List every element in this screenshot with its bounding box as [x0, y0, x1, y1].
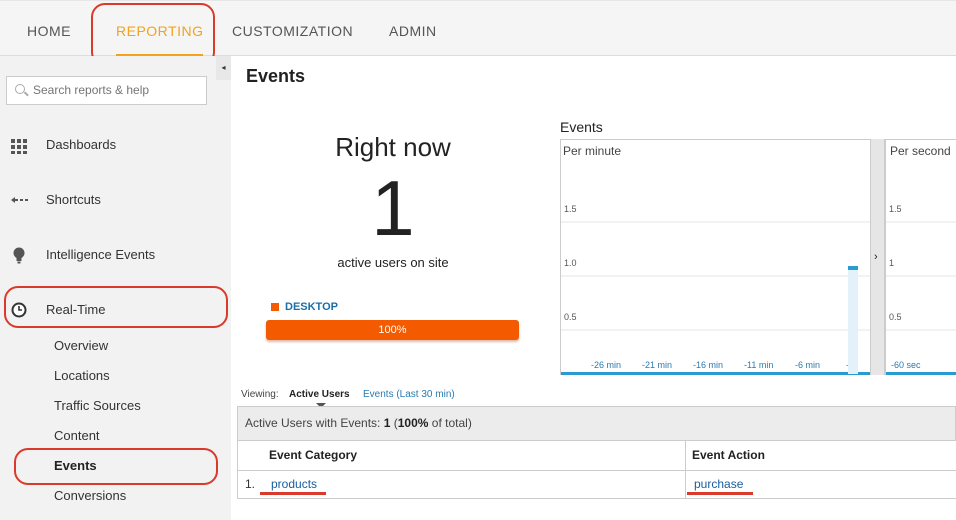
y-tick-label: 0.5 [564, 312, 577, 322]
x-axis-line [886, 372, 956, 375]
row-number: 1. [245, 477, 256, 491]
search-box[interactable] [6, 76, 207, 105]
x-tick-label: -6 min [795, 360, 820, 370]
lightbulb-icon [13, 247, 25, 264]
sidebar-item-label: Dashboards [46, 137, 117, 152]
column-header-event-action[interactable]: Event Action [692, 448, 765, 462]
summary-count: 1 [383, 416, 391, 430]
table-row: 1. products purchase [237, 471, 956, 499]
per-second-chart-svg: 1.5 1 0.5 -60 sec [886, 204, 956, 375]
grid-icon [11, 139, 27, 154]
per-second-chart: Per second 1.5 1 0.5 -60 sec [885, 139, 956, 375]
sidebar-item-intelligence-events[interactable]: Intelligence Events [0, 240, 216, 270]
highlight-purchase-underline [687, 492, 753, 495]
x-tick-label: -26 min [591, 360, 621, 370]
column-header-event-category[interactable]: Event Category [269, 448, 357, 462]
event-action-link[interactable]: purchase [694, 477, 743, 491]
collapse-sidebar-icon[interactable]: ◂ [216, 56, 231, 80]
viewing-label: Viewing: [241, 389, 279, 400]
sidebar-subitem-content[interactable]: Content [54, 428, 100, 443]
device-legend: DESKTOP [271, 301, 338, 313]
summary-prefix: Active Users with Events: [245, 416, 381, 430]
x-tick-label: -60 sec [891, 360, 921, 370]
y-tick-label: 1 [889, 258, 894, 268]
sidebar-item-dashboards[interactable]: Dashboards [0, 130, 216, 160]
clock-icon [11, 302, 27, 318]
x-tick-label: -21 min [642, 360, 672, 370]
active-users-sublabel: active users on site [337, 255, 449, 270]
tab-customization[interactable]: CUSTOMIZATION [232, 1, 353, 57]
events-chart-title: Events [560, 119, 603, 135]
bar-highlight [848, 266, 858, 374]
shortcut-arrow-icon [11, 197, 28, 203]
bar[interactable] [848, 266, 858, 270]
sidebar-item-label: Shortcuts [46, 192, 101, 207]
column-divider [685, 441, 686, 471]
summary-bar: Active Users with Events: 1 (100% of tot… [237, 406, 956, 441]
per-minute-chart: Per minute 1.5 1.0 0.5 -26 min -21 min -16 mi… [560, 139, 870, 375]
tab-events-last-30-min[interactable]: Events (Last 30 min) [363, 389, 455, 400]
sidebar-subitem-traffic-sources[interactable]: Traffic Sources [54, 398, 141, 413]
tab-active-users[interactable]: Active Users [289, 389, 350, 400]
search-input[interactable] [33, 83, 203, 97]
x-tick-label: -16 min [693, 360, 723, 370]
sidebar-item-label: Intelligence Events [46, 247, 156, 262]
sidebar-subitem-overview[interactable]: Overview [54, 338, 108, 353]
y-tick-label: 0.5 [889, 312, 902, 322]
device-swatch [271, 303, 279, 311]
tab-reporting[interactable]: REPORTING [116, 1, 204, 57]
y-tick-label: 1.0 [564, 258, 577, 268]
page-title: Events [246, 66, 306, 86]
tab-home[interactable]: HOME [27, 1, 71, 57]
search-icon [15, 84, 25, 94]
event-category-link[interactable]: products [271, 477, 317, 491]
device-name: DESKTOP [285, 301, 338, 313]
right-now-panel: Right now 1 active users on site [296, 132, 490, 270]
sidebar-subitem-conversions[interactable]: Conversions [54, 488, 126, 503]
per-minute-chart-svg: 1.5 1.0 0.5 -26 min -21 min -16 min -11 min -6 … [561, 204, 870, 375]
active-users-count: 1 [371, 164, 415, 252]
top-nav: HOME REPORTING CUSTOMIZATION ADMIN [0, 0, 956, 57]
highlight-products-underline [260, 492, 326, 495]
sidebar-item-shortcuts[interactable]: Shortcuts [0, 185, 216, 215]
sidebar-item-label: Real-Time [46, 302, 106, 317]
summary-suffix: of total) [431, 416, 472, 430]
sidebar-subitem-events[interactable]: Events [54, 458, 97, 473]
x-axis-line [561, 372, 870, 375]
sidebar-subitem-locations[interactable]: Locations [54, 368, 110, 383]
y-tick-label: 1.5 [889, 204, 902, 214]
column-divider [685, 471, 686, 499]
x-tick-label: -11 min [744, 360, 773, 370]
sidebar [0, 56, 231, 520]
chart-separator[interactable]: › [870, 139, 885, 375]
chevron-right-icon: › [874, 251, 878, 263]
summary-percent: 100% [397, 416, 429, 430]
right-now-label: Right now [335, 132, 451, 162]
sidebar-item-real-time[interactable]: Real-Time [0, 295, 216, 325]
table-header: Event Category Event Action [237, 441, 956, 471]
y-tick-label: 1.5 [564, 204, 577, 214]
device-percent-bar: 100% [266, 320, 519, 340]
tab-admin[interactable]: ADMIN [389, 1, 437, 57]
